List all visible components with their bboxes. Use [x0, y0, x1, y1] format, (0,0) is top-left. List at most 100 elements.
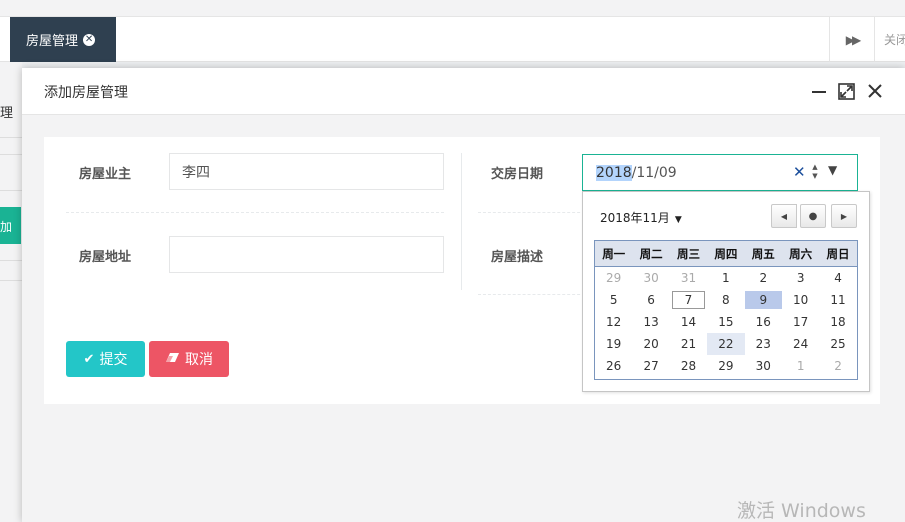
divider — [0, 260, 22, 261]
row-divider — [478, 294, 590, 295]
calendar-week-row: 19 20 21 22 23 24 25 — [595, 333, 857, 355]
calendar-day[interactable]: 2 — [819, 355, 856, 377]
cancel-label: 取消 — [185, 352, 213, 368]
minimize-icon — [812, 91, 826, 93]
calendar-day[interactable]: 12 — [595, 311, 632, 333]
calendar-day[interactable]: 30 — [632, 267, 669, 289]
calendar-day[interactable]: 2 — [745, 267, 782, 289]
calendar-day[interactable]: 1 — [782, 355, 819, 377]
owner-input[interactable]: 李四 — [169, 153, 444, 190]
calendar-day[interactable]: 31 — [670, 267, 707, 289]
calendar-day[interactable]: 29 — [707, 355, 744, 377]
calendar-day[interactable]: 28 — [670, 355, 707, 377]
spin-up-icon[interactable]: ▲ — [812, 163, 817, 172]
maximize-button[interactable] — [835, 80, 857, 102]
prev-month-button[interactable]: ◀ — [771, 204, 797, 228]
date-year-segment[interactable]: 2018 — [596, 164, 632, 181]
background-add-button: 加 — [0, 207, 21, 244]
date-picker-popup: 2018年11月 ▼ ◀ ● ▶ 周一 周二 周三 周四 周五 周六 周日 29 30 31 1 2 3 4… — [582, 191, 870, 392]
calendar-day[interactable]: 24 — [782, 333, 819, 355]
close-tabs-label: 关闭 — [884, 33, 905, 47]
calendar-day[interactable]: 22 — [707, 333, 745, 355]
close-dialog-button[interactable] — [864, 80, 886, 102]
calendar-week-row: 5 6 7 8 9 10 11 — [595, 289, 857, 311]
cancel-button[interactable]: 取消 — [149, 341, 229, 377]
column-divider — [461, 153, 462, 290]
calendar-day[interactable]: 5 — [595, 289, 632, 311]
background-page: 理 加 — [0, 62, 22, 522]
calendar-day[interactable]: 18 — [819, 311, 856, 333]
calendar-day[interactable]: 11 — [819, 289, 856, 311]
weekday-label: 周日 — [826, 246, 850, 261]
weekday-label: 周三 — [676, 246, 700, 261]
background-add-label: 加 — [0, 220, 13, 234]
close-tabs-button[interactable]: 关闭 — [874, 17, 905, 62]
calendar-day[interactable]: 16 — [745, 311, 782, 333]
calendar-day[interactable]: 6 — [632, 289, 669, 311]
background-input-fragment — [0, 154, 22, 191]
description-label: 房屋描述 — [491, 250, 544, 265]
dot-icon: ● — [808, 210, 818, 222]
weekday-label: 周一 — [602, 246, 626, 261]
dialog-header: 添加房屋管理 — [22, 68, 905, 115]
owner-value: 李四 — [182, 164, 210, 181]
delivery-date-label: 交房日期 — [491, 167, 544, 182]
calendar-day[interactable]: 14 — [670, 311, 707, 333]
calendar-day[interactable]: 10 — [782, 289, 819, 311]
month-label: 2018年11月 — [600, 211, 670, 225]
spin-down-icon[interactable]: ▼ — [812, 172, 817, 181]
calendar-day[interactable]: 7 — [670, 289, 707, 311]
delivery-date-input[interactable]: 2018/11/09 ✕ ▲ ▼ ▼ — [582, 154, 858, 191]
tab-bar: 房屋管理 ✕ ▶▶ 关闭 — [0, 0, 905, 62]
calendar-day[interactable]: 27 — [632, 355, 669, 377]
calendar-day[interactable]: 9 — [744, 291, 782, 309]
date-rest-segment[interactable]: /11/09 — [632, 165, 677, 181]
calendar-day[interactable]: 1 — [707, 267, 744, 289]
address-input[interactable] — [169, 236, 444, 273]
calendar-day[interactable]: 25 — [819, 333, 856, 355]
calendar-day[interactable]: 8 — [707, 289, 744, 311]
weekday-label: 周五 — [751, 246, 775, 261]
caret-down-icon: ▼ — [674, 215, 682, 225]
calendar-day[interactable]: 20 — [632, 333, 669, 355]
calendar-week-row: 26 27 28 29 30 1 2 — [595, 355, 857, 377]
eraser-icon — [165, 352, 180, 367]
calendar-day[interactable]: 3 — [782, 267, 819, 289]
calendar-day[interactable]: 30 — [745, 355, 782, 377]
calendar-day[interactable]: 13 — [632, 311, 669, 333]
calendar-day[interactable]: 4 — [819, 267, 856, 289]
calendar-day[interactable]: 26 — [595, 355, 632, 377]
calendar-day[interactable]: 21 — [670, 333, 707, 355]
calendar-day[interactable]: 15 — [707, 311, 744, 333]
calendar-day[interactable]: 23 — [745, 333, 782, 355]
tab-forward-button[interactable]: ▶▶ — [829, 17, 874, 62]
calendar-day[interactable]: 17 — [782, 311, 819, 333]
activation-watermark: 激活 Windows — [737, 500, 866, 522]
tab-label: 房屋管理 — [26, 34, 79, 49]
today-button[interactable]: ● — [800, 204, 826, 228]
calendar-day[interactable]: 19 — [595, 333, 632, 355]
dialog-title: 添加房屋管理 — [44, 85, 128, 101]
minimize-button[interactable] — [808, 80, 830, 102]
date-spinner[interactable]: ▲ ▼ — [809, 161, 821, 183]
divider — [0, 280, 22, 281]
top-strip — [0, 0, 905, 17]
next-month-button[interactable]: ▶ — [831, 204, 857, 228]
tab-close-icon[interactable]: ✕ — [83, 33, 96, 46]
weekday-header-row: 周一 周二 周三 周四 周五 周六 周日 — [595, 241, 857, 267]
submit-button[interactable]: ✔ 提交 — [66, 341, 145, 377]
submit-label: 提交 — [99, 352, 128, 368]
date-clear-icon[interactable]: ✕ — [793, 163, 806, 181]
calendar-week-row: 29 30 31 1 2 3 4 — [595, 267, 857, 289]
weekday-label: 周四 — [714, 246, 738, 261]
date-dropdown-icon[interactable]: ▼ — [828, 163, 837, 177]
tab-house-management[interactable]: 房屋管理 ✕ — [10, 17, 116, 62]
divider — [0, 137, 22, 138]
triangle-left-icon: ◀ — [780, 211, 788, 221]
weekday-label: 周二 — [639, 246, 663, 261]
row-divider — [66, 212, 444, 213]
row-divider — [478, 212, 590, 213]
calendar-day[interactable]: 29 — [595, 267, 632, 289]
month-selector[interactable]: 2018年11月 ▼ — [600, 209, 682, 226]
calendar-week-row: 12 13 14 15 16 17 18 — [595, 311, 857, 333]
